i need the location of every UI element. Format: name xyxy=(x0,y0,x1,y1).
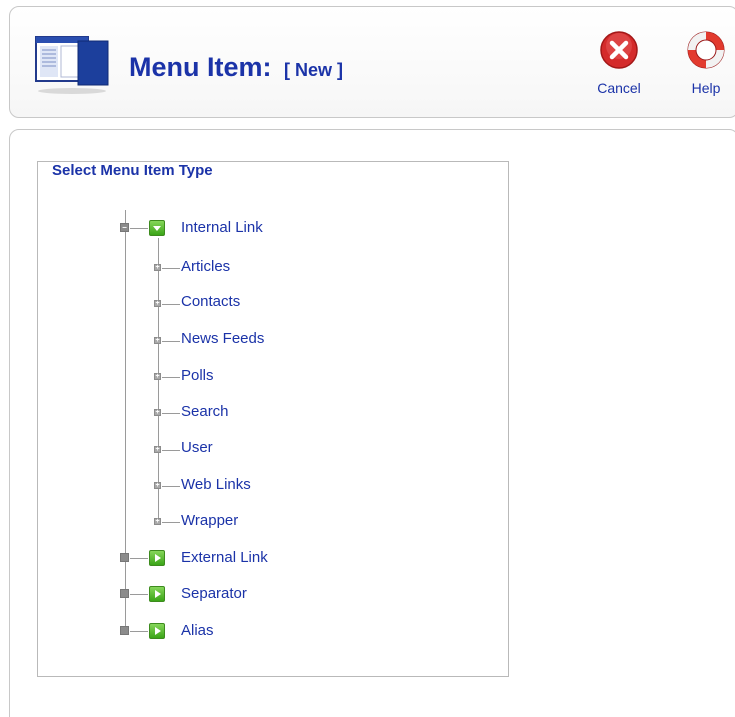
help-button[interactable]: Help xyxy=(680,29,732,96)
expanded-arrow-icon[interactable] xyxy=(149,220,165,236)
tree-item-web-links[interactable]: Web Links xyxy=(181,476,251,493)
tree-item-articles[interactable]: Articles xyxy=(181,258,230,275)
tree-item-wrapper[interactable]: Wrapper xyxy=(181,512,238,529)
tree-line xyxy=(162,413,180,414)
expand-icon[interactable]: + xyxy=(154,300,161,307)
tree-item-internal-link[interactable]: Internal Link xyxy=(181,219,263,236)
tree-item-user[interactable]: User xyxy=(181,439,213,456)
title-main: Menu Item: xyxy=(129,52,272,82)
expand-icon[interactable]: + xyxy=(154,482,161,489)
tree-line xyxy=(125,210,126,633)
expand-icon[interactable]: + xyxy=(154,518,161,525)
tree-line xyxy=(162,268,180,269)
collapse-icon[interactable]: − xyxy=(120,223,129,232)
menu-icon xyxy=(35,36,109,94)
tree-line xyxy=(162,450,180,451)
cancel-label: Cancel xyxy=(597,80,641,96)
help-label: Help xyxy=(691,80,721,96)
tree-line xyxy=(162,304,180,305)
expand-icon[interactable]: + xyxy=(154,409,161,416)
arrow-right-icon[interactable] xyxy=(149,586,165,602)
tree-node-icon xyxy=(120,553,129,562)
tree-item-contacts[interactable]: Contacts xyxy=(181,293,240,310)
tree-item-alias[interactable]: Alias xyxy=(181,622,214,639)
menu-type-legend: Select Menu Item Type xyxy=(48,162,217,179)
tree-line xyxy=(130,631,148,632)
tree-node-icon xyxy=(120,626,129,635)
cancel-button[interactable]: Cancel xyxy=(593,29,645,96)
tree-line xyxy=(162,522,180,523)
expand-icon[interactable]: + xyxy=(154,264,161,271)
tree-item-news-feeds[interactable]: News Feeds xyxy=(181,330,264,347)
help-icon xyxy=(687,31,725,69)
tree-line xyxy=(158,238,159,522)
menu-type-fieldset xyxy=(37,161,509,677)
toolbar-header: Menu Item: [ New ] Cancel Help xyxy=(9,6,735,118)
arrow-right-icon[interactable] xyxy=(149,623,165,639)
expand-icon[interactable]: + xyxy=(154,337,161,344)
tree-item-separator[interactable]: Separator xyxy=(181,585,247,602)
tree-line xyxy=(162,377,180,378)
arrow-right-icon[interactable] xyxy=(149,550,165,566)
tree-item-search[interactable]: Search xyxy=(181,403,229,420)
cancel-icon xyxy=(600,31,638,69)
expand-icon[interactable]: + xyxy=(154,446,161,453)
tree-line xyxy=(130,594,148,595)
tree-line xyxy=(162,341,180,342)
tree-item-external-link[interactable]: External Link xyxy=(181,549,268,566)
expand-icon[interactable]: + xyxy=(154,373,161,380)
page-title: Menu Item: [ New ] xyxy=(129,52,343,83)
tree-item-polls[interactable]: Polls xyxy=(181,367,214,384)
tree-line xyxy=(162,486,180,487)
tree-line xyxy=(130,228,148,229)
tree-node-icon xyxy=(120,589,129,598)
title-tag: [ New ] xyxy=(283,60,343,80)
tree-line xyxy=(130,558,148,559)
